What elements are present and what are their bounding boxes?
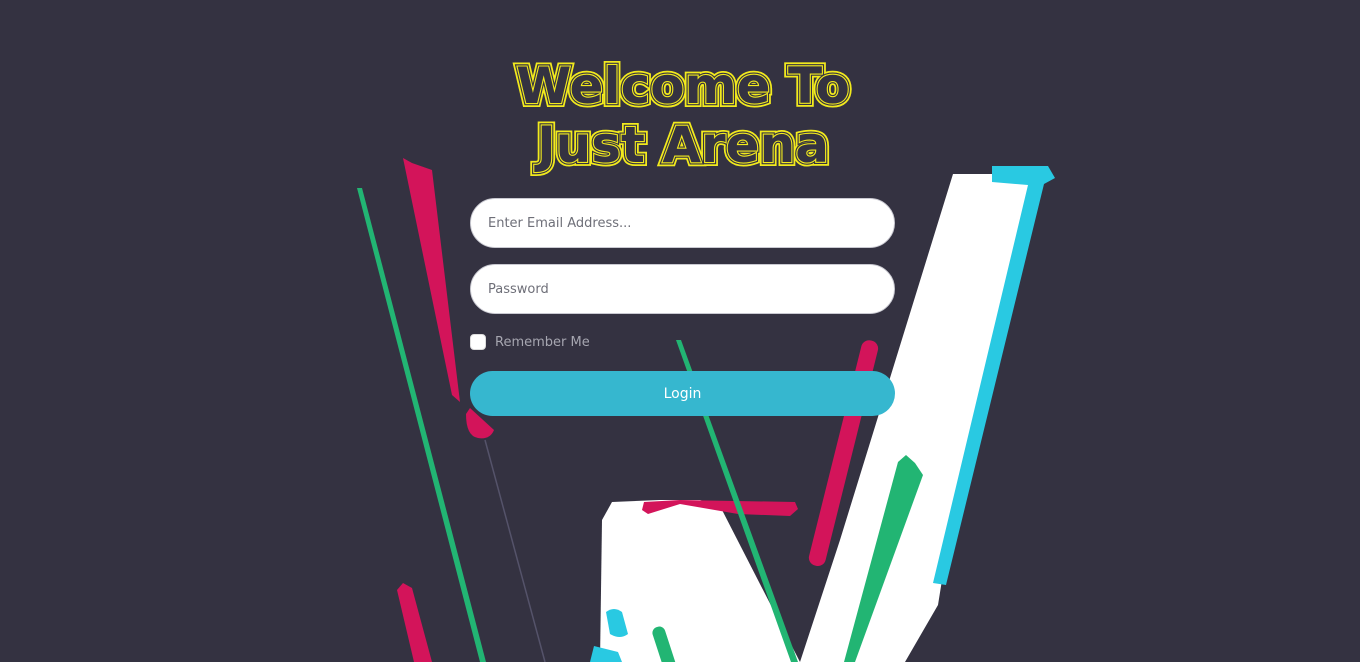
white-shape-bottom xyxy=(600,500,800,662)
remember-me-label[interactable]: Remember Me xyxy=(495,335,590,350)
password-input[interactable] xyxy=(470,264,895,314)
title-line-1: Welcome To xyxy=(516,57,850,115)
pink-stripe-bottom-left xyxy=(397,583,432,662)
login-form: Remember Me Login xyxy=(470,198,895,416)
green-stripe-left xyxy=(357,188,486,662)
remember-me-row: Remember Me xyxy=(470,334,895,350)
email-input[interactable] xyxy=(470,198,895,248)
remember-me-checkbox[interactable] xyxy=(470,334,486,350)
grey-thin-line xyxy=(484,439,546,662)
pink-blade-left xyxy=(403,158,460,402)
login-button[interactable]: Login xyxy=(470,371,895,416)
title-line-2: Just Arena xyxy=(534,116,829,174)
page-title: Welcome To Welcome To Welcome To Welcome… xyxy=(512,53,854,178)
login-page: Welcome To Welcome To Welcome To Welcome… xyxy=(0,0,1360,662)
